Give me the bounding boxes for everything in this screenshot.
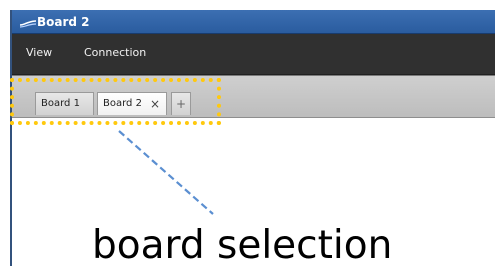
menu-bar: View Connection xyxy=(12,34,495,75)
tab-label: Board 1 xyxy=(41,98,80,109)
title-bar: Board 2 xyxy=(12,10,495,34)
close-icon[interactable]: × xyxy=(150,93,160,115)
plus-icon: + xyxy=(175,97,187,111)
menu-item-view[interactable]: View xyxy=(26,45,52,61)
tab-board-1[interactable]: Board 1 xyxy=(35,92,94,115)
screenshot-stage: Board 2 View Connection Board 1 Board 2 … xyxy=(0,0,495,266)
window-title: Board 2 xyxy=(37,15,90,29)
tab-board-2[interactable]: Board 2 × xyxy=(97,92,167,115)
board-selection-caption: board selection xyxy=(92,223,393,266)
menu-item-connection[interactable]: Connection xyxy=(84,45,146,61)
add-tab-button[interactable]: + xyxy=(171,92,191,115)
tab-label: Board 2 xyxy=(103,98,142,109)
board-tab-strip: Board 1 Board 2 × + xyxy=(12,75,495,118)
wave-icon xyxy=(20,20,36,28)
